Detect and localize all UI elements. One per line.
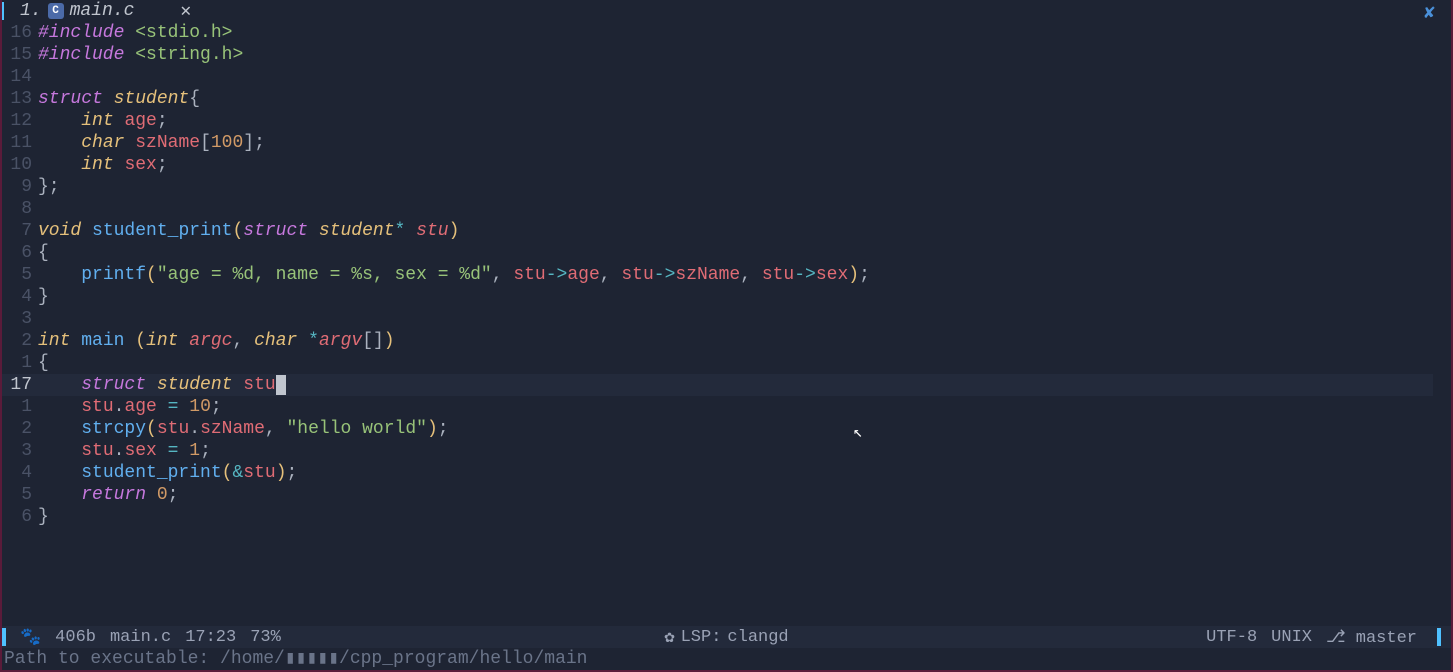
line-number: 3 [2,440,38,462]
line-number: 16 [2,22,38,44]
gear-icon: ✿ [664,627,674,648]
code-line[interactable]: 15#include <string.h> [2,44,1433,66]
code-text[interactable]: struct student stu [38,374,1433,396]
code-text[interactable]: printf("age = %d, name = %s, sex = %d", … [38,264,1433,286]
code-line[interactable]: 16#include <stdio.h> [2,22,1433,44]
line-number: 5 [2,484,38,506]
code-line[interactable]: 11 char szName[100]; [2,132,1433,154]
line-number: 1 [2,396,38,418]
code-line[interactable]: 1{ [2,352,1433,374]
code-line[interactable]: 9}; [2,176,1433,198]
line-number: 8 [2,198,38,220]
code-line[interactable]: 4} [2,286,1433,308]
code-text[interactable]: char szName[100]; [38,132,1433,154]
code-line[interactable]: 2int main (int argc, char *argv[]) [2,330,1433,352]
code-editor[interactable]: ↖ 16#include <stdio.h>15#include <string… [2,22,1451,626]
line-number: 5 [2,264,38,286]
code-line[interactable]: 6{ [2,242,1433,264]
status-right-bar [1437,628,1441,646]
code-text[interactable]: { [38,242,1433,264]
git-branch-name: master [1356,629,1417,648]
code-line[interactable]: 7void student_print(struct student* stu) [2,220,1433,242]
line-number: 7 [2,220,38,242]
code-text[interactable] [38,198,1433,220]
code-text[interactable]: stu.age = 10; [38,396,1433,418]
line-number: 4 [2,462,38,484]
window-close-icon[interactable]: ✘ [1424,2,1435,24]
code-line[interactable]: 8 [2,198,1433,220]
line-number: 15 [2,44,38,66]
line-number: 1 [2,352,38,374]
line-number: 13 [2,88,38,110]
line-number: 4 [2,286,38,308]
tab-bar: 1. C main.c ✕ ✘ [2,0,1451,22]
code-text[interactable]: #include <string.h> [38,44,1433,66]
code-line[interactable]: 3 [2,308,1433,330]
code-line[interactable]: 5 printf("age = %d, name = %s, sex = %d"… [2,264,1433,286]
line-number: 2 [2,330,38,352]
status-filesize: 406b [55,628,96,647]
code-text[interactable]: }; [38,176,1433,198]
code-text[interactable]: student_print(&stu); [38,462,1433,484]
code-line[interactable]: 12 int age; [2,110,1433,132]
tab-filename: main.c [70,1,135,21]
code-text[interactable]: int main (int argc, char *argv[]) [38,330,1433,352]
code-line[interactable]: 4 student_print(&stu); [2,462,1433,484]
tab-close-icon[interactable]: ✕ [180,0,191,22]
line-number: 11 [2,132,38,154]
git-branch-icon: ⎇ [1326,629,1346,648]
code-text[interactable]: struct student{ [38,88,1433,110]
status-filename: main.c [110,628,171,647]
code-text[interactable]: } [38,506,1433,528]
code-text[interactable]: return 0; [38,484,1433,506]
line-number: 6 [2,242,38,264]
command-line[interactable]: Path to executable: /home/▮▮▮▮▮/cpp_prog… [2,648,1451,670]
status-lsp-server: clangd [727,628,788,647]
line-number: 3 [2,308,38,330]
line-number: 12 [2,110,38,132]
git-branch: ⎇ master [1326,627,1417,648]
code-line[interactable]: 14 [2,66,1433,88]
code-line[interactable]: 10 int sex; [2,154,1433,176]
code-line[interactable]: 17 struct student stu [2,374,1433,396]
line-number: 9 [2,176,38,198]
logo-icon: 🐾 [20,627,41,648]
code-text[interactable]: int age; [38,110,1433,132]
status-left-bar [2,628,6,646]
line-number: 17 [2,374,38,396]
code-text[interactable]: void student_print(struct student* stu) [38,220,1433,242]
status-os: UNIX [1271,628,1312,647]
line-number: 10 [2,154,38,176]
code-text[interactable]: int sex; [38,154,1433,176]
code-line[interactable]: 6} [2,506,1433,528]
status-bar: 🐾 406b main.c 17:23 73% ✿ LSP: clangd UT… [2,626,1451,648]
scrollbar[interactable] [1437,22,1449,626]
code-text[interactable]: stu.sex = 1; [38,440,1433,462]
status-percent: 73% [250,628,281,647]
status-encoding: UTF-8 [1206,628,1257,647]
status-lsp-label: LSP: [681,628,722,647]
c-file-icon: C [48,3,64,19]
tab-index: 1. [20,1,42,21]
code-text[interactable]: } [38,286,1433,308]
status-position: 17:23 [185,628,236,647]
line-number: 6 [2,506,38,528]
line-number: 14 [2,66,38,88]
code-text[interactable]: strcpy(stu.szName, "hello world"); [38,418,1433,440]
line-number: 2 [2,418,38,440]
code-text[interactable] [38,308,1433,330]
code-text[interactable]: { [38,352,1433,374]
code-line[interactable]: 3 stu.sex = 1; [2,440,1433,462]
tab-main-c[interactable]: 1. C main.c ✕ [10,0,201,22]
code-line[interactable]: 5 return 0; [2,484,1433,506]
code-text[interactable] [38,66,1433,88]
code-line[interactable]: 2 strcpy(stu.szName, "hello world"); [2,418,1433,440]
code-line[interactable]: 1 stu.age = 10; [2,396,1433,418]
code-line[interactable]: 13struct student{ [2,88,1433,110]
code-text[interactable]: #include <stdio.h> [38,22,1433,44]
